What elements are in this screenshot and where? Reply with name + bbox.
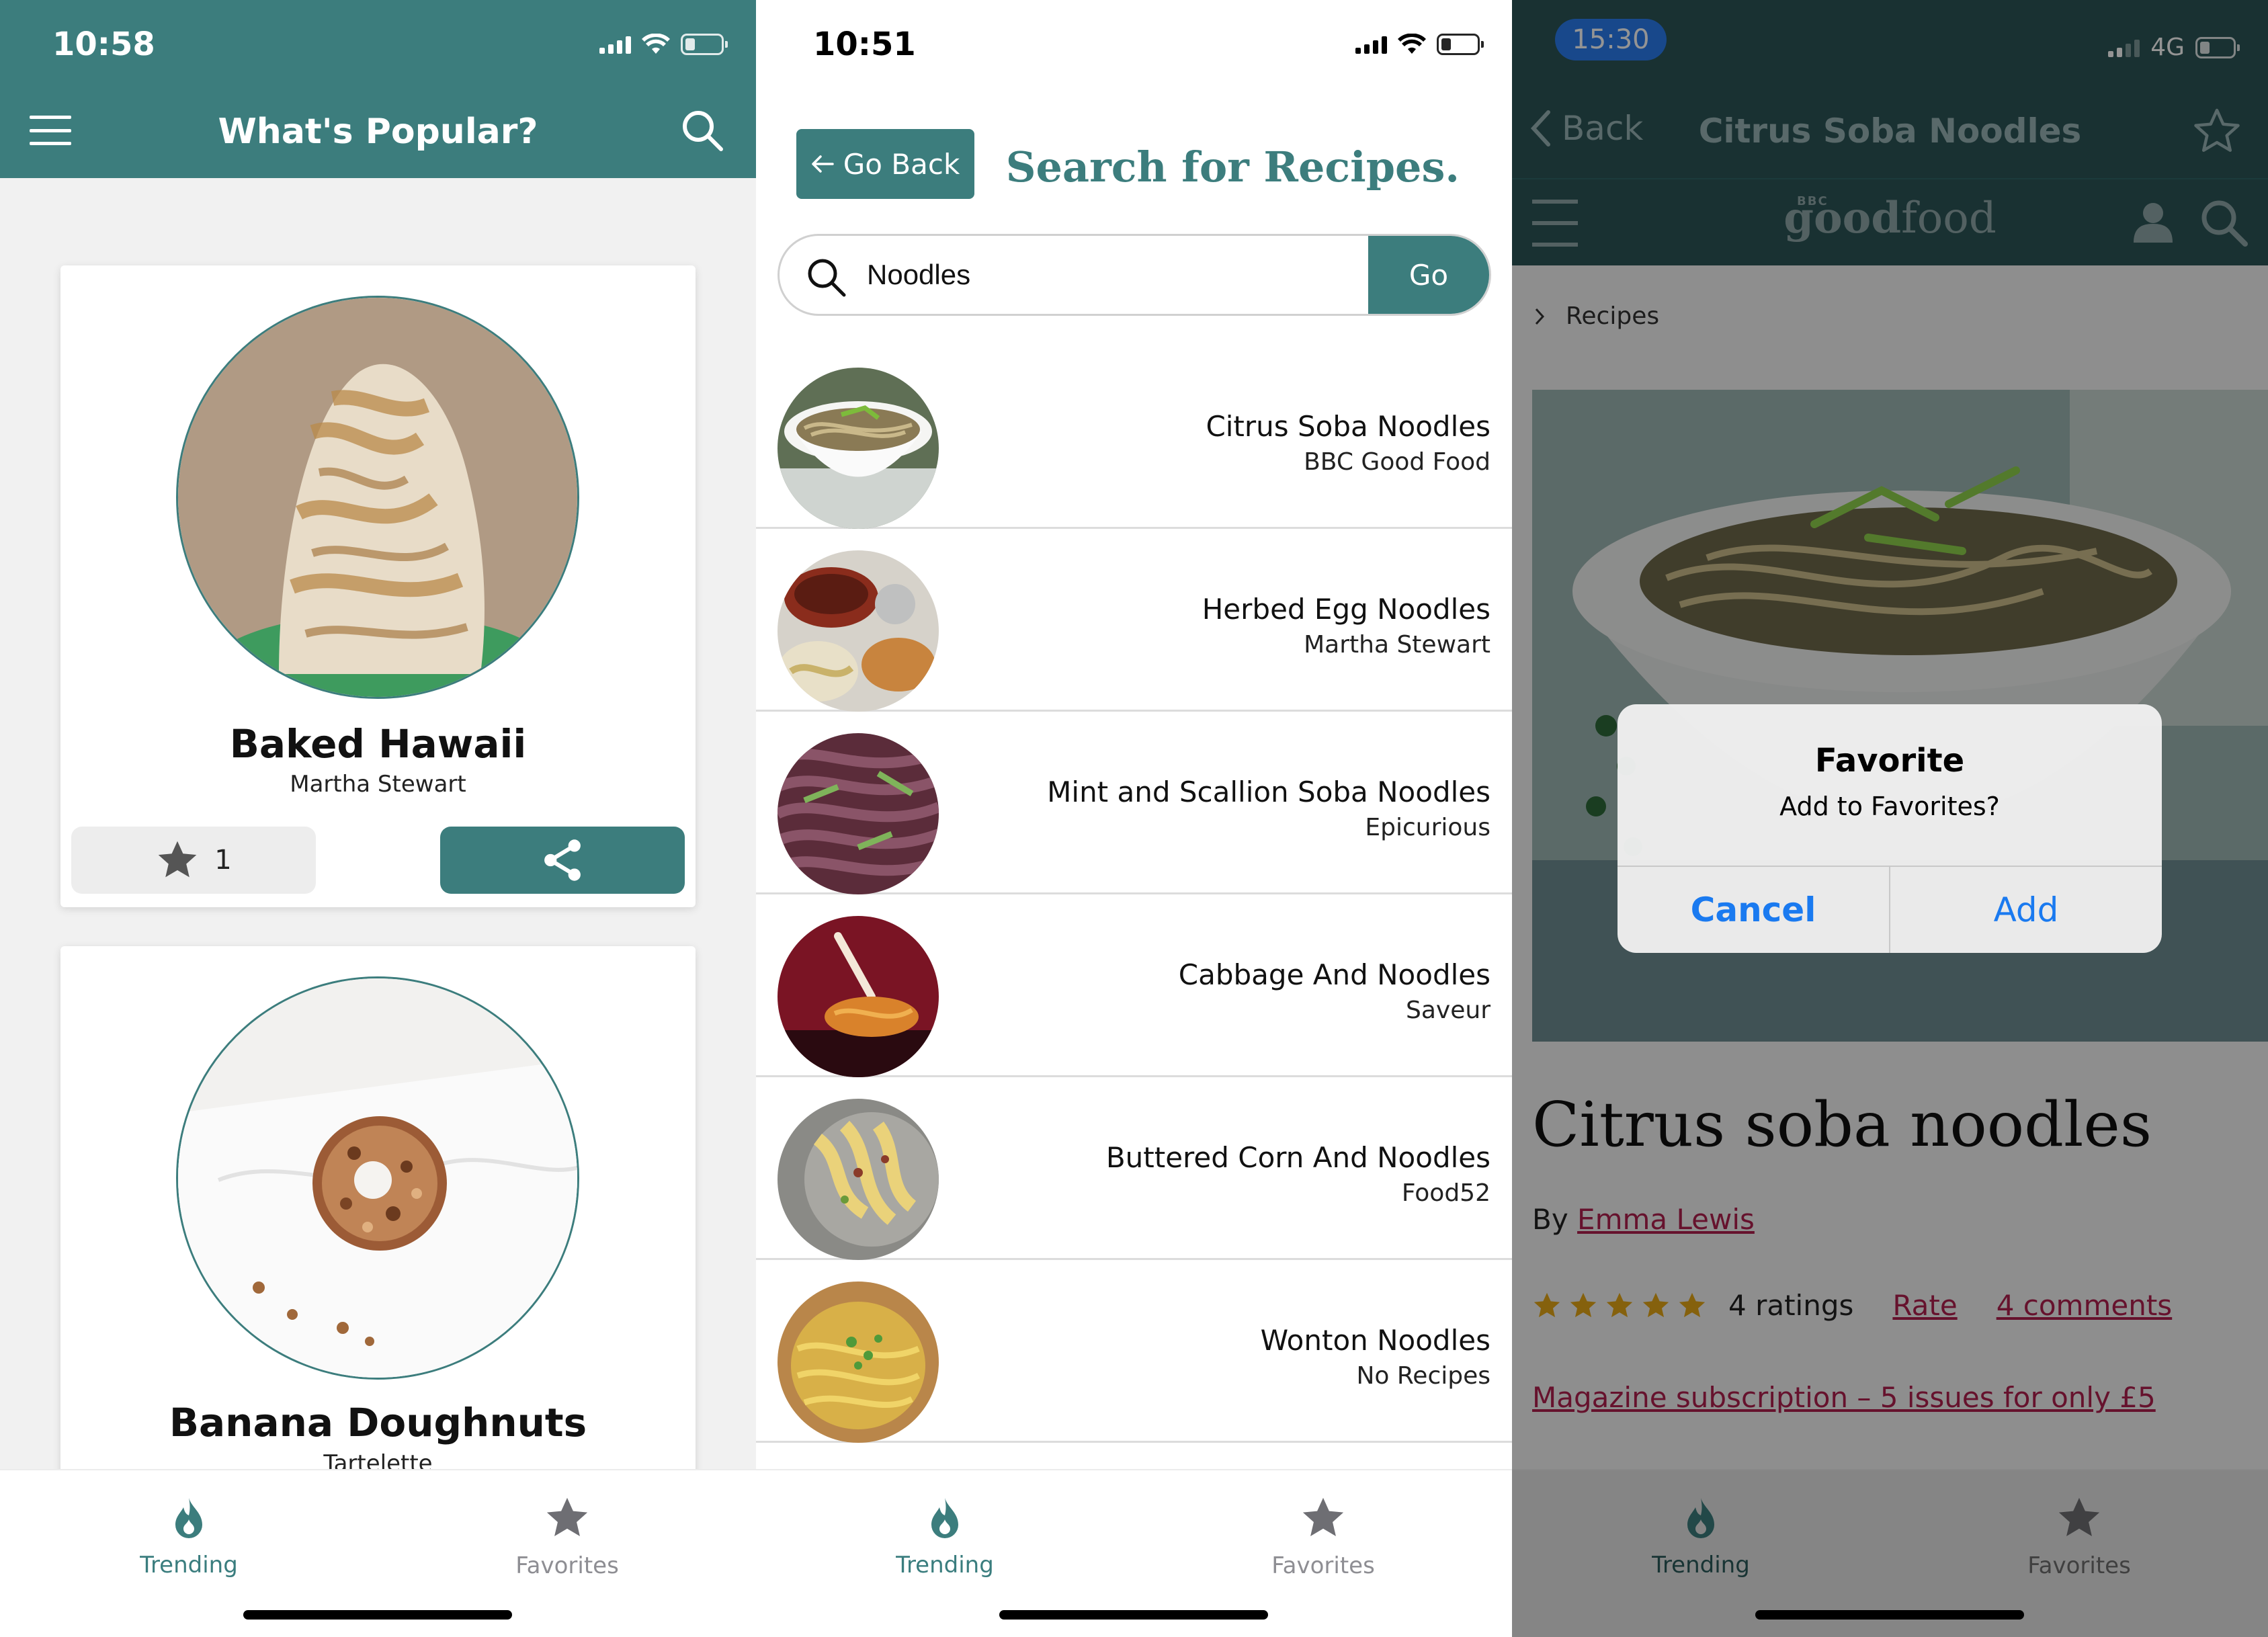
favorite-button[interactable]: 1 [71,827,316,894]
recipe-image [176,296,579,699]
add-button[interactable]: Add [1890,867,2162,953]
star-icon [158,841,197,878]
alert-title: Favorite [1814,742,1965,780]
star-icon [546,1497,588,1536]
result-row[interactable]: Herbed Egg Noodles Martha Stewart [756,529,1512,712]
result-thumbnail [778,368,939,529]
result-source: Saveur [1406,997,1490,1024]
result-thumbnail [778,1099,939,1260]
result-thumbnail [778,1282,939,1443]
search-screen: 10:51 Go Back Search for Recipes. Go Cit… [756,0,1512,1637]
alert-actions: Cancel Add [1618,866,2162,953]
status-time: 10:51 [813,26,916,63]
share-icon [544,839,581,881]
alert-message: Add to Favorites? [1779,792,2000,821]
result-title: Citrus Soba Noodles [1206,410,1490,443]
go-back-button[interactable]: Go Back [796,129,974,199]
result-thumbnail [778,550,939,712]
favorite-alert-dialog: Favorite Add to Favorites? Cancel Add [1618,704,2162,953]
signal-icon [1355,35,1387,54]
go-back-label: Go Back [843,147,960,181]
status-icons [599,34,728,55]
recipe-webview-screen: 15:30 4G Back Citrus Soba Noodles BBC go… [1512,0,2268,1637]
wifi-icon [1398,34,1426,54]
page-title: What's Popular? [218,112,538,152]
tab-bar: Trending Favorites [756,1469,1512,1637]
page-title: Search for Recipes. [1005,142,1460,192]
recipe-source: Martha Stewart [290,771,466,798]
home-indicator [243,1610,512,1620]
result-source: Food52 [1401,1179,1490,1207]
result-title: Herbed Egg Noodles [1202,593,1490,626]
battery-icon [1437,34,1484,55]
wifi-icon [642,34,670,54]
result-source: BBC Good Food [1304,448,1490,476]
tab-trending[interactable]: Trending [756,1470,1134,1605]
flame-icon [931,1498,958,1538]
result-source: Martha Stewart [1304,631,1490,659]
battery-icon [681,34,728,55]
app-header: 10:58 What's Popular? [0,0,756,178]
whats-popular-screen: 10:58 What's Popular? Baked Hawaii Marth… [0,0,756,1637]
result-thumbnail [778,733,939,894]
tab-label: Trending [896,1552,994,1579]
arrow-left-icon [811,155,834,173]
tab-label: Favorites [515,1552,619,1579]
flame-icon [175,1498,202,1538]
share-button[interactable] [440,827,685,894]
tab-label: Favorites [1271,1552,1375,1579]
result-title: Mint and Scallion Soba Noodles [1047,775,1490,808]
star-icon [1302,1497,1344,1536]
result-source: Epicurious [1365,814,1490,841]
tab-trending[interactable]: Trending [0,1470,378,1605]
favorite-count: 1 [214,845,232,876]
search-bar: Go [778,234,1491,316]
status-time: 10:58 [52,26,155,63]
result-row[interactable]: Citrus Soba Noodles BBC Good Food [756,346,1512,529]
recipe-card[interactable]: Baked Hawaii Martha Stewart 1 [60,265,696,907]
result-row[interactable]: Buttered Corn And Noodles Food52 [756,1077,1512,1260]
go-button[interactable]: Go [1368,236,1489,314]
search-icon [808,259,846,297]
tab-bar: Trending Favorites [0,1469,756,1637]
result-source: No Recipes [1356,1362,1491,1390]
recipe-title: Baked Hawaii [229,721,527,767]
result-row[interactable]: Mint and Scallion Soba Noodles Epicuriou… [756,712,1512,894]
tab-label: Trending [140,1552,238,1579]
cancel-button[interactable]: Cancel [1618,867,1890,953]
result-title: Wonton Noodles [1260,1324,1490,1357]
tab-favorites[interactable]: Favorites [1134,1470,1512,1605]
result-title: Buttered Corn And Noodles [1105,1141,1490,1174]
result-row[interactable]: Cabbage And Noodles Saveur [756,894,1512,1077]
home-indicator [999,1610,1268,1620]
search-input[interactable] [867,236,1270,314]
search-icon[interactable] [679,108,726,155]
recipe-card[interactable]: Banana Doughnuts Tartelette [60,946,696,1551]
signal-icon [599,35,631,54]
recipe-image [176,976,579,1380]
status-icons [1355,34,1484,55]
result-title: Cabbage And Noodles [1178,958,1490,991]
tab-favorites[interactable]: Favorites [378,1470,756,1605]
result-row[interactable]: Wonton Noodles No Recipes [756,1260,1512,1443]
result-thumbnail [778,916,939,1077]
recipe-title: Banana Doughnuts [169,1400,587,1445]
